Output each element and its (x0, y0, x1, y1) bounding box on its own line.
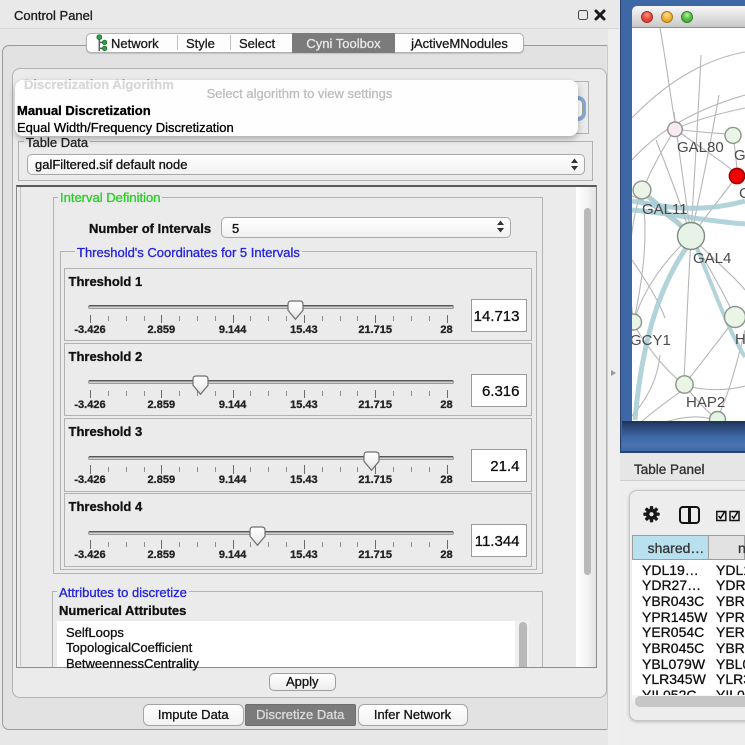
svg-text:HAP2: HAP2 (686, 394, 725, 411)
svg-text:G.: G. (734, 147, 745, 164)
svg-text:GAL11: GAL11 (642, 201, 688, 218)
svg-text:H: H (735, 331, 745, 348)
svg-text:GAL80: GAL80 (677, 139, 724, 156)
svg-text:C: C (739, 185, 745, 202)
svg-text:GAL4: GAL4 (693, 250, 731, 267)
svg-text:GCY1: GCY1 (632, 332, 671, 349)
